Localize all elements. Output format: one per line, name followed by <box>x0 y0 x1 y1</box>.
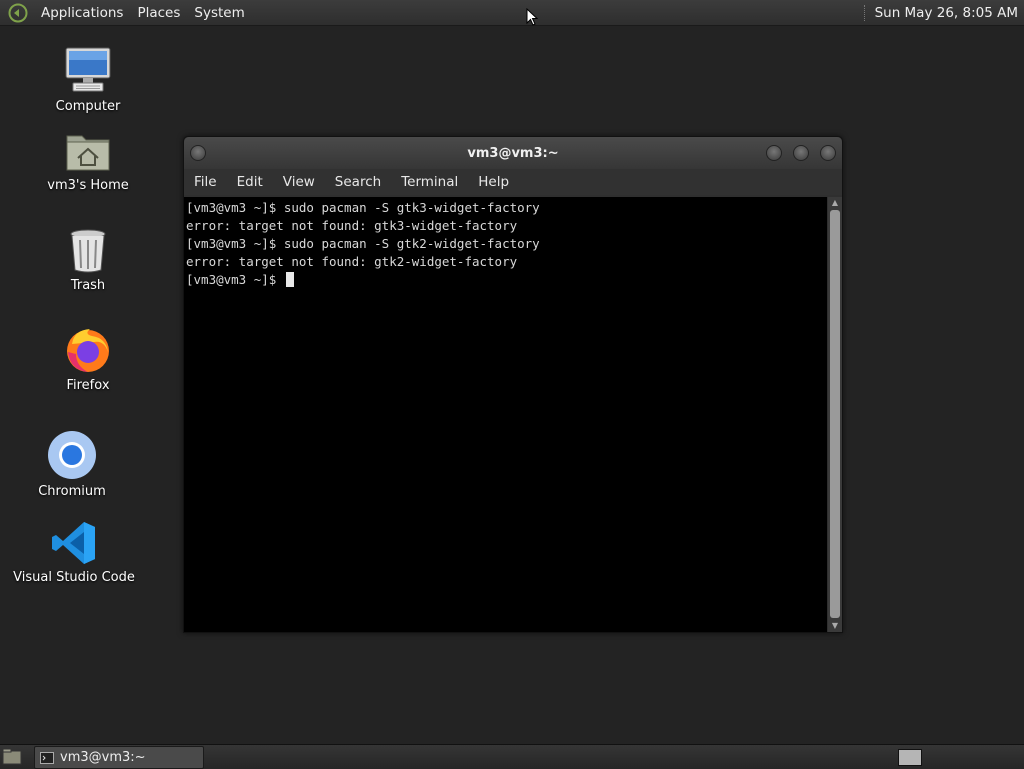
scroll-up-arrow-icon[interactable]: ▲ <box>828 197 842 209</box>
terminal-line: error: target not found: gtk2-widget-fac… <box>186 254 518 269</box>
desktop-icon-chromium[interactable]: Chromium <box>32 430 112 499</box>
scroll-down-arrow-icon[interactable]: ▼ <box>828 620 842 632</box>
bottom-panel: vm3@vm3:~ <box>0 744 1024 769</box>
desktop-icon-label: Trash <box>70 278 106 293</box>
minimize-button[interactable] <box>766 145 782 161</box>
menu-search[interactable]: Search <box>325 174 391 190</box>
trash-icon <box>70 229 106 273</box>
menu-terminal[interactable]: Terminal <box>391 174 468 190</box>
window-menu-button[interactable] <box>190 145 206 161</box>
desktop-icon-label: Visual Studio Code <box>13 570 135 585</box>
chromium-icon <box>48 431 96 479</box>
terminal-prompt: [vm3@vm3 ~]$ <box>186 272 284 287</box>
scrollbar-thumb[interactable] <box>830 210 840 618</box>
terminal-icon <box>40 751 54 764</box>
taskbar-window-label: vm3@vm3:~ <box>60 750 146 765</box>
desktop-icon-label: Computer <box>55 99 121 114</box>
terminal-scrollbar[interactable]: ▲ ▼ <box>828 197 842 632</box>
desktop-icon-vscode[interactable]: Visual Studio Code <box>13 520 135 585</box>
show-desktop-icon[interactable] <box>2 748 22 766</box>
terminal-line: [vm3@vm3 ~]$ sudo pacman -S gtk3-widget-… <box>186 200 540 215</box>
top-panel: Applications Places System Sun May 26, 8… <box>0 0 1024 26</box>
mate-logo-icon[interactable] <box>8 3 28 23</box>
desktop-icon-trash[interactable]: Trash <box>48 228 128 293</box>
workspace-switcher[interactable] <box>898 749 922 766</box>
clock[interactable]: Sun May 26, 8:05 AM <box>875 5 1018 21</box>
desktop-icon-label: vm3's Home <box>47 178 129 193</box>
vscode-icon <box>52 522 95 564</box>
places-menu[interactable]: Places <box>130 5 187 21</box>
desktop-icon-home[interactable]: vm3's Home <box>47 128 129 193</box>
desktop-icon-label: Firefox <box>66 378 110 393</box>
menu-file[interactable]: File <box>184 174 227 190</box>
maximize-button[interactable] <box>793 145 809 161</box>
terminal-output[interactable]: [vm3@vm3 ~]$ sudo pacman -S gtk3-widget-… <box>184 197 827 632</box>
terminal-line: [vm3@vm3 ~]$ sudo pacman -S gtk2-widget-… <box>186 236 540 251</box>
text-cursor <box>285 272 294 287</box>
mouse-cursor-icon <box>526 8 538 26</box>
desktop-icon-label: Chromium <box>38 484 106 499</box>
menu-edit[interactable]: Edit <box>227 174 273 190</box>
panel-separator <box>863 4 867 21</box>
window-titlebar[interactable]: vm3@vm3:~ <box>184 137 842 169</box>
taskbar-window-button[interactable]: vm3@vm3:~ <box>34 746 204 769</box>
desktop-icon-computer[interactable]: Computer <box>48 45 128 114</box>
system-menu[interactable]: System <box>187 5 251 21</box>
terminal-menubar: File Edit View Search Terminal Help <box>184 169 842 195</box>
terminal-window[interactable]: vm3@vm3:~ File Edit View Search Terminal… <box>183 136 843 633</box>
firefox-icon <box>67 329 109 372</box>
close-button[interactable] <box>820 145 836 161</box>
desktop-icon-firefox[interactable]: Firefox <box>48 326 128 393</box>
menu-view[interactable]: View <box>273 174 325 190</box>
applications-menu[interactable]: Applications <box>34 5 130 21</box>
computer-icon <box>65 47 111 92</box>
menu-help[interactable]: Help <box>468 174 519 190</box>
home-folder-icon <box>66 135 110 171</box>
terminal-prompt-line[interactable]: [vm3@vm3 ~]$ <box>186 271 827 289</box>
window-title: vm3@vm3:~ <box>467 145 559 161</box>
terminal-line: error: target not found: gtk3-widget-fac… <box>186 218 518 233</box>
